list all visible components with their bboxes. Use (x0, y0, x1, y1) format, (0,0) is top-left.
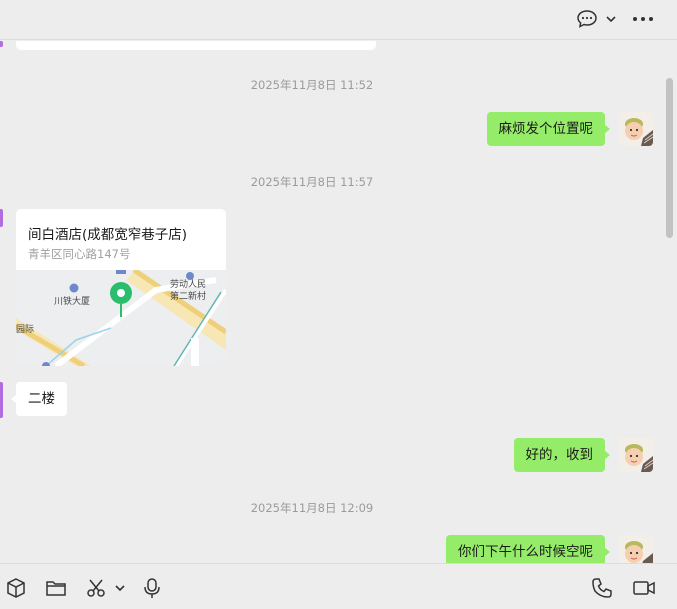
location-map[interactable]: 川铁大厦 劳动人民 第二新村 园际 (16, 267, 226, 366)
timestamp: 2025年11月8日 11:52 (250, 78, 374, 92)
their-message-bubble[interactable]: 二楼 (11, 382, 67, 416)
my-avatar[interactable] (619, 438, 653, 472)
contact-avatar-edge[interactable] (0, 382, 3, 418)
chevron-down-icon[interactable] (114, 576, 126, 600)
phone-icon[interactable] (591, 576, 613, 600)
timestamp: 2025年11月8日 12:09 (250, 501, 374, 515)
my-message-bubble[interactable]: 你们下午什么时候空呢 (446, 535, 610, 563)
input-toolbar (0, 563, 677, 609)
scissors-icon[interactable] (85, 576, 107, 600)
map-label-building: 川铁大厦 (54, 295, 90, 307)
map-label-edge: 园际 (16, 324, 34, 335)
microphone-icon[interactable] (142, 576, 162, 600)
location-card[interactable]: 间白酒店(成都宽窄巷子店) 青羊区同心路147号 川铁大厦 劳动人民 第二新村 … (16, 209, 226, 366)
location-address: 青羊区同心路147号 (28, 247, 131, 261)
video-icon[interactable] (632, 576, 656, 600)
my-avatar[interactable] (619, 535, 653, 563)
my-avatar[interactable] (619, 112, 653, 146)
map-label-labor2: 第二新村 (170, 290, 206, 302)
contact-avatar-edge[interactable] (0, 209, 3, 227)
more-icon[interactable] (632, 8, 654, 30)
contact-avatar-edge[interactable] (0, 41, 3, 47)
chevron-down-icon[interactable] (604, 8, 618, 30)
previous-message-card[interactable] (16, 41, 376, 50)
scrollbar-thumb[interactable] (666, 78, 673, 238)
folder-icon[interactable] (45, 576, 67, 600)
timestamp: 2025年11月8日 11:57 (250, 175, 374, 189)
chat-bubble-icon[interactable] (576, 8, 598, 30)
location-title: 间白酒店(成都宽窄巷子店) (28, 227, 188, 243)
message-list[interactable]: 2025年11月8日 11:52 麻烦发个位置呢 2025年11月8日 11:5… (0, 41, 677, 563)
map-label-labor1: 劳动人民 (170, 278, 206, 290)
package-icon[interactable] (5, 576, 27, 600)
chat-header (0, 0, 677, 40)
my-message-bubble[interactable]: 麻烦发个位置呢 (486, 112, 610, 146)
my-message-bubble[interactable]: 好的，收到 (513, 438, 610, 472)
